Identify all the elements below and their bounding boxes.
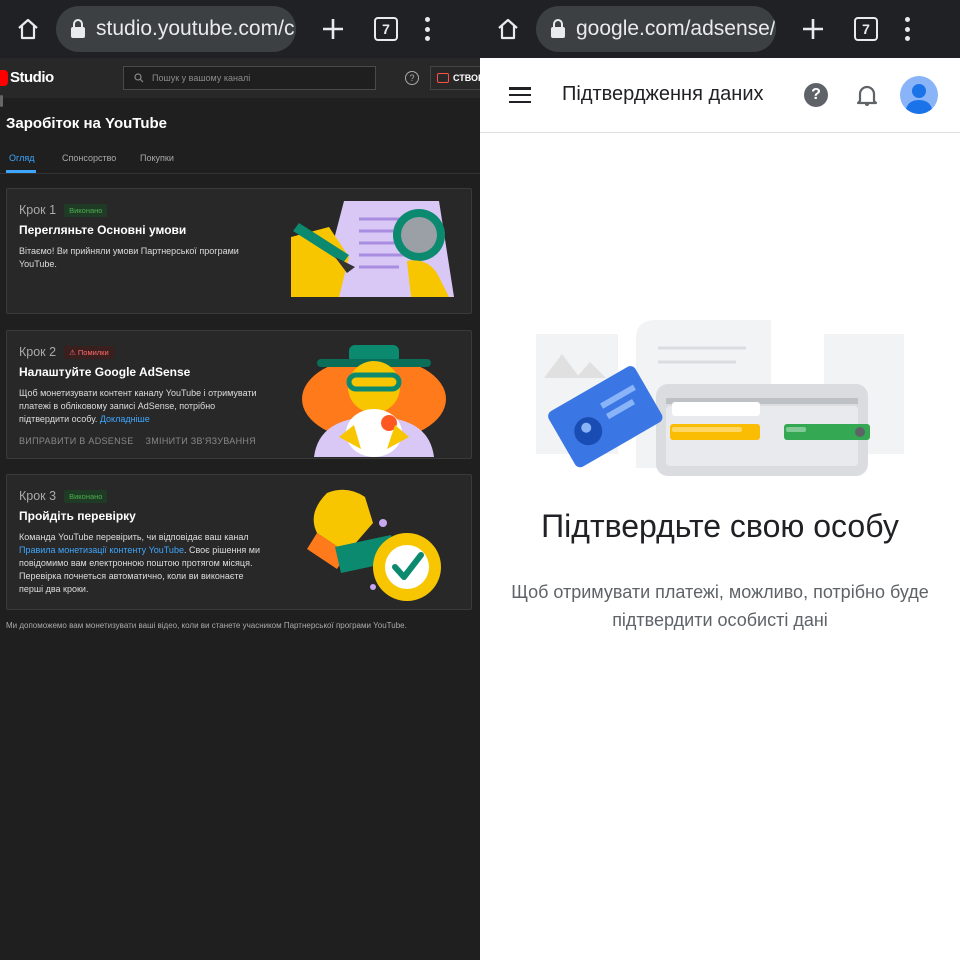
step-card-3: Крок 3 Виконано Пройдіть перевірку Коман…	[6, 474, 472, 610]
step-description: Вітаємо! Ви прийняли умови Партнерської …	[19, 246, 239, 269]
step-description: Щоб монетизувати контент каналу YouTube …	[19, 388, 257, 424]
help-icon[interactable]: ?	[405, 71, 419, 85]
studio-logo[interactable]: Studio	[0, 69, 54, 86]
status-badge: Виконано	[64, 203, 108, 217]
bell-icon[interactable]	[856, 83, 878, 107]
fix-in-adsense-button[interactable]: ВИПРАВИТИ В ADSENSE	[19, 436, 134, 446]
active-tab-indicator	[6, 170, 36, 173]
tab-switcher-button[interactable]: 7	[854, 17, 878, 41]
status-badge: Виконано	[64, 489, 108, 503]
url-text: google.com/adsense/	[576, 17, 776, 40]
studio-search-input[interactable]: Пошук у вашому каналі	[123, 66, 376, 90]
identity-verification-illustration	[536, 320, 904, 476]
more-menu-icon[interactable]	[424, 17, 430, 41]
address-bar[interactable]: google.com/adsense/	[536, 6, 776, 52]
footer-note: Ми допоможемо вам монетизувати ваші віде…	[6, 621, 407, 630]
split-screen: studio.youtube.com/c 7 Studio Пошук у ва…	[0, 0, 960, 960]
verify-identity-description: Щоб отримувати платежі, можливо, потрібн…	[511, 582, 929, 630]
create-button[interactable]: СТВОР	[430, 66, 480, 90]
page-title: Заробіток на YouTube	[6, 115, 167, 132]
terms-document-illustration	[291, 201, 454, 297]
lock-icon	[71, 19, 85, 38]
youtube-logo-icon	[0, 69, 8, 86]
adsense-app-bar: Підтвердження даних ?	[480, 58, 960, 133]
help-icon[interactable]: ?	[804, 83, 828, 107]
new-tab-icon[interactable]	[800, 16, 826, 42]
address-bar[interactable]: studio.youtube.com/c	[56, 6, 296, 52]
tab-memberships[interactable]: Спонсорство	[62, 153, 116, 163]
step-title: Налаштуйте Google AdSense	[19, 365, 191, 379]
step-title: Перегляньте Основні умови	[19, 223, 187, 237]
step-card-1: Крок 1 Виконано Перегляньте Основні умов…	[6, 188, 472, 314]
change-association-button[interactable]: ЗМІНИТИ ЗВ'ЯЗУВАННЯ	[146, 436, 256, 446]
home-icon[interactable]	[10, 11, 46, 47]
scrollbar-handle[interactable]	[0, 95, 3, 107]
monetization-policies-link[interactable]: Правила монетизації контенту YouTube	[19, 545, 184, 555]
url-text: studio.youtube.com/c	[96, 17, 295, 40]
lock-icon	[551, 19, 565, 38]
browser-toolbar: studio.youtube.com/c 7	[0, 0, 480, 58]
browser-toolbar: google.com/adsense/ 7	[480, 0, 960, 58]
step-number: Крок 1	[19, 203, 57, 217]
left-pane-youtube-studio: studio.youtube.com/c 7 Studio Пошук у ва…	[0, 0, 480, 960]
step-number: Крок 2	[19, 345, 57, 359]
new-tab-icon[interactable]	[320, 16, 346, 42]
search-icon	[134, 73, 144, 83]
tab-overview[interactable]: Огляд	[9, 153, 34, 163]
tab-shopping[interactable]: Покупки	[140, 153, 174, 163]
verify-identity-heading: Підтвердьте свою особу	[541, 508, 899, 544]
step-number: Крок 3	[19, 489, 57, 503]
create-video-icon	[437, 73, 449, 83]
adsense-person-illustration	[302, 345, 446, 457]
page-title: Підтвердження даних	[562, 83, 764, 105]
menu-icon[interactable]	[509, 87, 531, 103]
home-icon[interactable]	[490, 11, 526, 47]
studio-header: Studio Пошук у вашому каналі ? СТВОР	[0, 58, 480, 98]
step-description: Команда YouTube перевірить, чи відповіда…	[19, 532, 260, 594]
avatar[interactable]	[900, 76, 938, 114]
step-card-2: Крок 2 ⚠ Помилки Налаштуйте Google AdSen…	[6, 330, 472, 459]
step-title: Пройдіть перевірку	[19, 509, 136, 523]
review-approved-illustration	[307, 489, 441, 601]
status-badge: ⚠ Помилки	[64, 345, 114, 359]
learn-more-link[interactable]: Докладніше	[100, 414, 150, 424]
tab-bar: Огляд Спонсорство Покупки	[0, 148, 480, 174]
more-menu-icon[interactable]	[904, 17, 910, 41]
right-pane-adsense: google.com/adsense/ 7 Підтвердження дани…	[480, 0, 960, 960]
tab-switcher-button[interactable]: 7	[374, 17, 398, 41]
